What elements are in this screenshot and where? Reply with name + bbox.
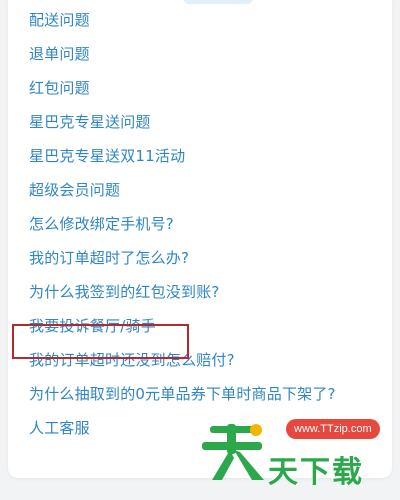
faq-item-label: 超级会员问题 (29, 181, 121, 199)
faq-item-label: 人工客服 (29, 419, 90, 437)
faq-list: 配送问题 退单问题 红包问题 星巴克专星送问题 星巴克专星送双11活动 超级会员… (8, 3, 392, 445)
faq-item-refund[interactable]: 退单问题 (8, 37, 392, 71)
faq-item-order-timeout[interactable]: 我的订单超时了怎么办? (8, 241, 392, 275)
faq-item-label: 我的订单超时了怎么办? (29, 249, 190, 267)
faq-item-label: 配送问题 (29, 11, 90, 29)
faq-item-checkin-red-packet[interactable]: 为什么我签到的红包没到账? (8, 275, 392, 309)
faq-item-super-member[interactable]: 超级会员问题 (8, 173, 392, 207)
faq-item-label: 我要投诉餐厅/骑手 (29, 317, 156, 335)
faq-item-change-phone[interactable]: 怎么修改绑定手机号? (8, 207, 392, 241)
faq-item-red-packet[interactable]: 红包问题 (8, 71, 392, 105)
faq-item-starbucks-double11[interactable]: 星巴克专星送双11活动 (8, 139, 392, 173)
faq-item-label: 退单问题 (29, 45, 90, 63)
faq-item-label: 红包问题 (29, 79, 90, 97)
faq-item-label: 为什么抽取到的0元单品券下单时商品下架了? (29, 385, 336, 403)
faq-item-timeout-compensation[interactable]: 我的订单超时还没到怎么赔付? (8, 343, 392, 377)
faq-item-complain[interactable]: 我要投诉餐厅/骑手 (8, 309, 392, 343)
faq-item-label: 星巴克专星送双11活动 (29, 147, 186, 165)
faq-item-delivery[interactable]: 配送问题 (8, 3, 392, 37)
faq-item-starbucks-delivery[interactable]: 星巴克专星送问题 (8, 105, 392, 139)
faq-item-label: 为什么我签到的红包没到账? (29, 283, 220, 301)
watermark-site-name: 天下载 (268, 455, 364, 490)
watermark-logo-icon (202, 424, 264, 480)
faq-panel: 配送问题 退单问题 红包问题 星巴克专星送问题 星巴克专星送双11活动 超级会员… (8, 0, 392, 478)
faq-item-zero-coupon[interactable]: 为什么抽取到的0元单品券下单时商品下架了? (8, 377, 392, 411)
faq-item-label: 怎么修改绑定手机号? (29, 215, 174, 233)
faq-item-label: 星巴克专星送问题 (29, 113, 151, 131)
watermark-url-badge: www.TTzip.com (286, 419, 380, 439)
faq-item-label: 我的订单超时还没到怎么赔付? (29, 351, 235, 369)
